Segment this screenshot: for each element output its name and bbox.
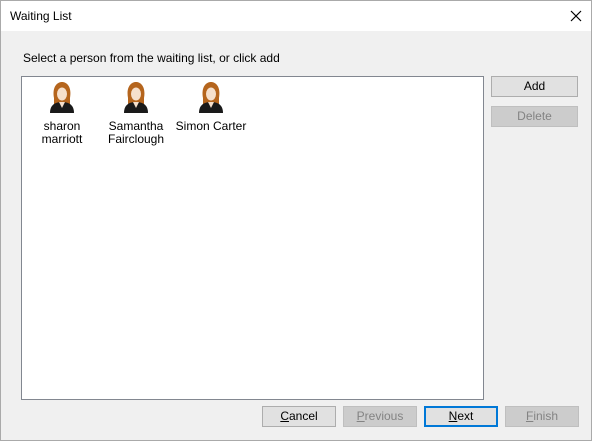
person-name-line1: Simon Carter [175, 119, 247, 133]
cancel-label: ancel [288, 409, 318, 423]
delete-button[interactable]: Delete [491, 106, 578, 127]
cancel-mnemonic: C [280, 409, 289, 423]
finish-label: inish [533, 409, 559, 423]
waiting-list-view[interactable]: sharon marriott Samantha Fairclough Simo… [21, 76, 484, 400]
close-button[interactable] [561, 1, 591, 31]
waiting-list-dialog: Waiting List Select a person from the wa… [0, 0, 592, 441]
finish-button[interactable]: Finish [505, 406, 579, 427]
previous-label: revious [364, 409, 404, 423]
person-avatar-icon [50, 82, 74, 113]
person-name-line2: Fairclough [107, 132, 165, 146]
person-name: sharon marriott [22, 120, 102, 146]
instruction-text: Select a person from the waiting list, o… [23, 51, 280, 65]
person-name-line1: Samantha [108, 119, 164, 133]
list-item-person[interactable]: Simon Carter [171, 81, 251, 133]
previous-button[interactable]: Previous [343, 406, 417, 427]
next-label: ext [457, 409, 474, 423]
title-bar: Waiting List [1, 1, 591, 31]
cancel-button[interactable]: Cancel [262, 406, 336, 427]
person-name: Simon Carter [171, 120, 251, 133]
window-title: Waiting List [10, 9, 72, 23]
previous-mnemonic: P [356, 409, 365, 423]
person-name: Samantha Fairclough [96, 120, 176, 146]
add-button[interactable]: Add [491, 76, 578, 97]
person-avatar-icon [199, 82, 223, 113]
person-name-line1: sharon marriott [41, 119, 83, 146]
close-icon [570, 10, 582, 22]
list-item-person[interactable]: sharon marriott [22, 81, 102, 146]
next-button[interactable]: Next [424, 406, 498, 427]
person-avatar-icon [124, 82, 148, 113]
list-item-person[interactable]: Samantha Fairclough [96, 81, 176, 146]
